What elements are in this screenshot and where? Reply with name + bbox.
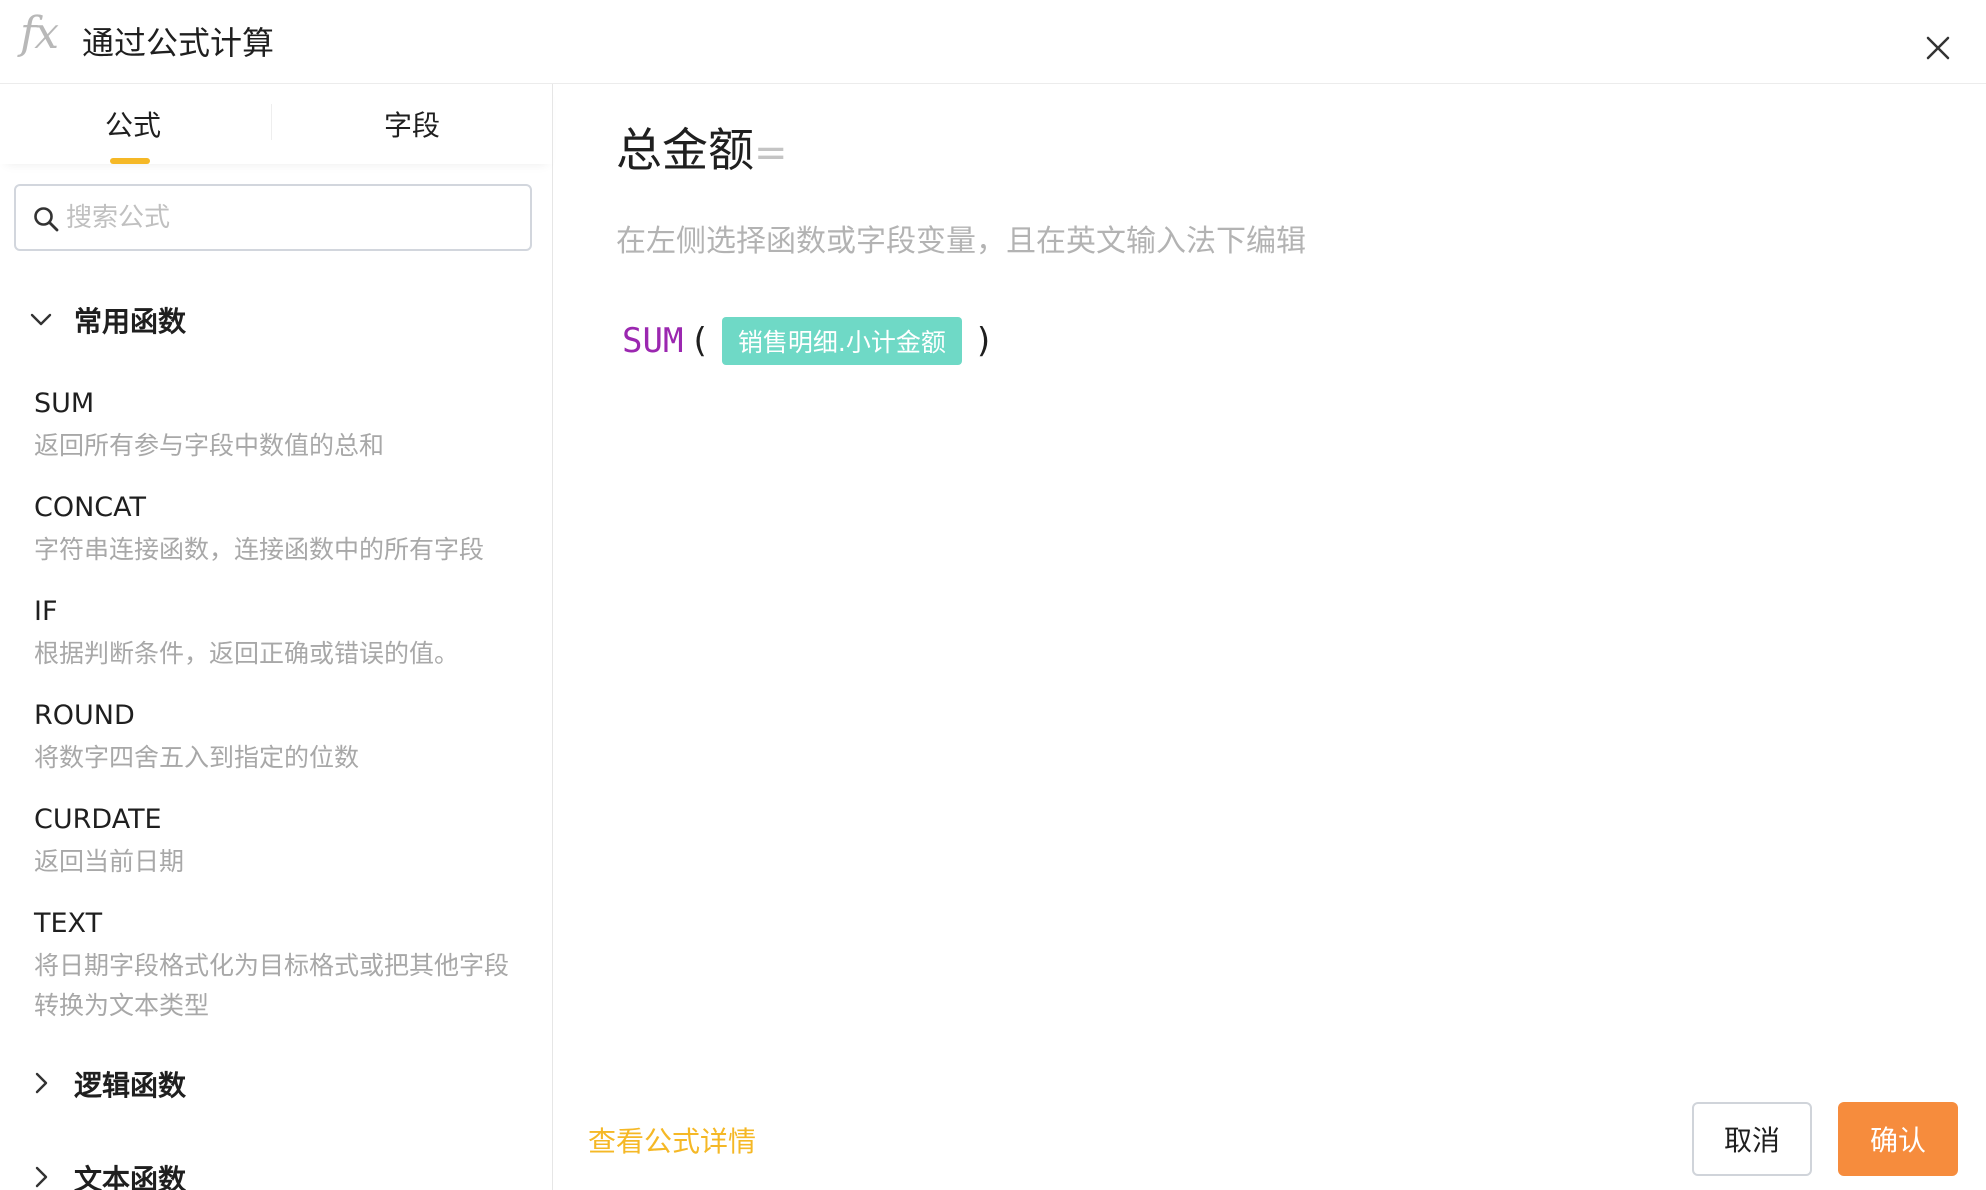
open-paren: ( xyxy=(689,321,710,361)
category-logic-functions[interactable]: 逻辑函数 xyxy=(28,1064,508,1104)
category-label: 逻辑函数 xyxy=(74,1069,187,1102)
function-name: CONCAT xyxy=(34,492,147,523)
dialog-header: fx 通过公式计算 xyxy=(0,0,1986,84)
fx-icon: fx xyxy=(20,8,59,59)
search-icon xyxy=(34,207,59,232)
function-item-sum[interactable]: SUM 返回所有参与字段中数值的总和 xyxy=(34,386,524,466)
search-box[interactable] xyxy=(14,184,532,251)
formula-details-link[interactable]: 查看公式详情 xyxy=(588,1120,756,1160)
function-description: 返回当前日期 xyxy=(34,847,185,876)
formula-input[interactable]: SUM ( 销售明细.小计金额 ) xyxy=(622,316,1000,366)
function-item-curdate[interactable]: CURDATE 返回当前日期 xyxy=(34,802,524,882)
chevron-right-icon xyxy=(35,1166,48,1188)
function-description: 根据判断条件，返回正确或错误的值。 xyxy=(34,639,460,668)
function-item-concat[interactable]: CONCAT 字符串连接函数，连接函数中的所有字段 xyxy=(34,490,524,570)
function-description: 将日期字段格式化为目标格式或把其他字段转换为文本类型 xyxy=(34,951,510,1020)
search-input[interactable] xyxy=(66,192,516,244)
dialog-title: 通过公式计算 xyxy=(82,24,275,62)
function-description: 字符串连接函数，连接函数中的所有字段 xyxy=(34,535,485,564)
function-sidebar: 公式 字段 常用函数 SUM 返回所有参与字段中数值的总和 CONCAT 字符串… xyxy=(0,84,553,1190)
formula-editor: 总金额= 在左侧选择函数或字段变量，且在英文输入法下编辑 SUM ( 销售明细.… xyxy=(554,84,1986,1190)
tab-formula[interactable]: 公式 xyxy=(33,104,233,144)
function-item-text[interactable]: TEXT 将日期字段格式化为目标格式或把其他字段转换为文本类型 xyxy=(34,906,524,1026)
cancel-button[interactable]: 取消 xyxy=(1692,1102,1812,1176)
function-item-round[interactable]: ROUND 将数字四舍五入到指定的位数 xyxy=(34,698,524,778)
target-field-title: 总金额= xyxy=(616,114,788,180)
editor-hint: 在左侧选择函数或字段变量，且在英文输入法下编辑 xyxy=(616,224,1306,259)
function-description: 返回所有参与字段中数值的总和 xyxy=(34,431,385,460)
category-label: 文本函数 xyxy=(74,1163,187,1190)
function-description: 将数字四舍五入到指定的位数 xyxy=(34,743,360,772)
function-name: CURDATE xyxy=(34,804,162,835)
close-paren: ) xyxy=(973,321,995,361)
chevron-down-icon xyxy=(30,313,52,326)
target-field-name: 总金额 xyxy=(616,123,754,177)
function-name: ROUND xyxy=(34,700,135,731)
close-icon[interactable] xyxy=(1920,30,1956,66)
category-label: 常用函数 xyxy=(74,305,187,338)
confirm-button[interactable]: 确认 xyxy=(1838,1102,1958,1176)
category-common-functions[interactable]: 常用函数 xyxy=(28,300,508,340)
sidebar-tabs: 公式 字段 xyxy=(0,84,553,164)
tab-divider xyxy=(271,104,272,140)
category-text-functions[interactable]: 文本函数 xyxy=(28,1158,508,1190)
field-chip[interactable]: 销售明细.小计金额 xyxy=(721,317,962,365)
equals-sign: = xyxy=(754,130,788,176)
active-tab-indicator xyxy=(110,158,150,164)
tab-field[interactable]: 字段 xyxy=(312,104,512,144)
function-name: SUM xyxy=(34,388,95,419)
function-item-if[interactable]: IF 根据判断条件，返回正确或错误的值。 xyxy=(34,594,524,674)
chevron-right-icon xyxy=(35,1072,48,1094)
function-name: TEXT xyxy=(34,908,103,939)
function-token: SUM xyxy=(622,321,684,361)
function-name: IF xyxy=(34,596,58,627)
